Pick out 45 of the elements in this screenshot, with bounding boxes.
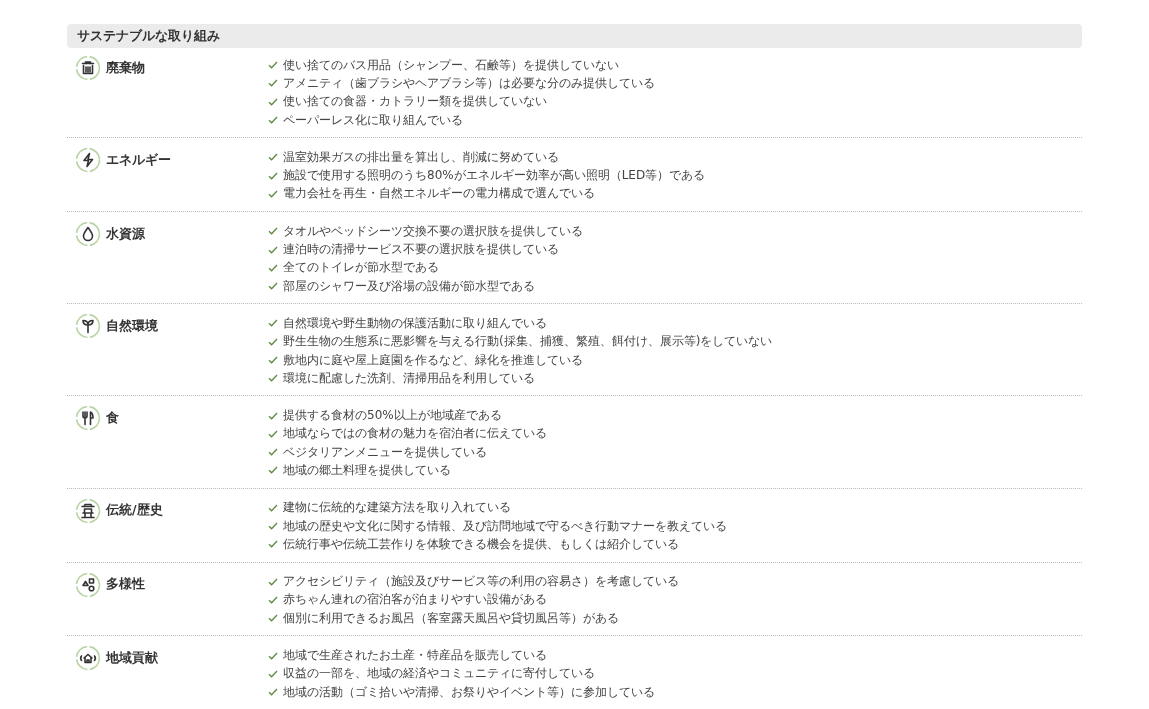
feature-item: 使い捨ての食器・カトラリー類を提供していない: [283, 93, 547, 111]
feature-item: 建物に伝統的な建築方法を取り入れている: [283, 499, 511, 517]
category-label: エネルギー: [106, 151, 171, 169]
feature-item: 温室効果ガスの排出量を算出し、削減に努めている: [283, 148, 559, 166]
feature-item: ベジタリアンメニューを提供している: [283, 443, 487, 461]
feature-item: 地域の活動（ゴミ拾いや清掃、お祭りやイベント等）に参加している: [283, 683, 655, 701]
feature-item: 施設で使用する照明のうち80%がエネルギー効率が高い照明（LED等）である: [283, 167, 706, 185]
feature-item: 電力会社を再生・自然エネルギーの電力構成で選んでいる: [283, 185, 595, 203]
building-icon: [75, 497, 101, 524]
feature-item: 地域ならではの食材の魅力を宿泊者に伝えている: [283, 425, 547, 443]
category-label: 多様性: [106, 576, 145, 594]
fork-knife-icon: [75, 405, 101, 432]
feature-item: 連泊時の清掃サービス不要の選択肢を提供している: [283, 241, 559, 258]
category-label: 廃棄物: [106, 59, 145, 77]
section-title: サステナブルな取り組み: [77, 27, 220, 45]
feature-item: 個別に利用できるお風呂（客室露天風呂や貸切風呂等）がある: [283, 609, 619, 627]
feature-item: アメニティ（歯ブラシやヘアブラシ等）は必要な分のみ提供している: [283, 74, 655, 92]
category-label: 食: [106, 409, 119, 427]
feature-item: 地域の歴史や文化に関する情報、及び訪問地域で守るべき行動マナーを教えている: [283, 517, 727, 535]
feature-item: 部屋のシャワー及び浴場の設備が節水型である: [283, 277, 535, 295]
feature-item: 野生生物の生態系に悪影響を与える行動(採集、捕獲、繁殖、餌付け、展示等)をしていない: [283, 333, 773, 351]
feature-item: 敷地内に庭や屋上庭園を作るなど、緑化を推進している: [283, 351, 583, 369]
shapes-icon: [75, 571, 101, 598]
feature-item: 伝統行事や伝統工芸作りを体験できる機会を提供、もしくは紹介している: [283, 535, 679, 553]
feature-item: タオルやベッドシーツ交換不要の選択肢を提供している: [283, 222, 583, 240]
feature-item: 赤ちゃん連れの宿泊客が泊まりやすい設備がある: [283, 591, 547, 609]
feature-item: 使い捨てのバス用品（シャンプー、石鹸等）を提供していない: [283, 56, 619, 74]
water-drop-icon: [75, 221, 101, 248]
category-label: 伝統/歴史: [106, 502, 163, 520]
feature-item: 提供する食材の50%以上が地域産である: [283, 407, 502, 425]
feature-item: 環境に配慮した洗剤、清掃用品を利用している: [283, 369, 535, 387]
feature-item: 地域で生産されたお土産・特産品を販売している: [283, 647, 547, 665]
sprout-icon: [75, 313, 101, 340]
house-icon: [75, 645, 101, 672]
feature-item: 収益の一部を、地域の経済やコミュニティに寄付している: [283, 665, 595, 683]
category-label: 自然環境: [106, 317, 158, 335]
trash-icon: [75, 55, 101, 81]
feature-item: 全てのトイレが節水型である: [283, 259, 439, 277]
feature-item: 自然環境や野生動物の保護活動に取り組んでいる: [283, 314, 547, 332]
category-label: 水資源: [106, 225, 145, 243]
feature-item: ペーパーレス化に取り組んでいる: [283, 111, 463, 129]
lightning-icon: [75, 147, 101, 174]
category-label: 地域貢献: [106, 649, 158, 667]
feature-item: アクセシビリティ（施設及びサービス等の利用の容易さ）を考慮している: [283, 573, 679, 591]
feature-item: 地域の郷土料理を提供している: [283, 462, 451, 479]
